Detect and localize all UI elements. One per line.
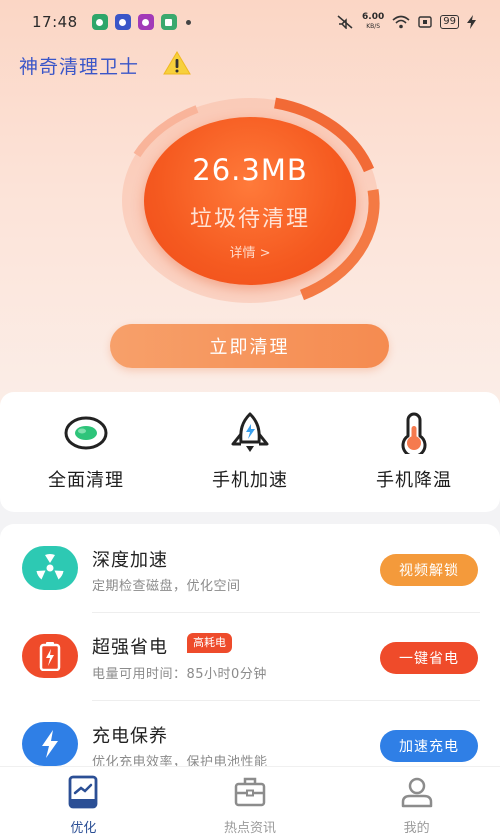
battery-charge-icon — [22, 634, 78, 678]
network-speed-value: 6.00 — [362, 12, 385, 22]
quick-action-label: 手机加速 — [212, 470, 288, 491]
warning-icon[interactable] — [163, 51, 191, 75]
fast-charge-button[interactable]: 加速充电 — [380, 730, 478, 762]
clean-now-button[interactable]: 立即清理 — [110, 324, 389, 368]
sim-icon — [418, 16, 432, 28]
feature-subtitle: 电量可用时间：85小时0分钟 — [92, 667, 267, 682]
lightning-icon — [22, 722, 78, 766]
quick-action-label: 全面清理 — [48, 470, 124, 491]
app-notification-icon — [160, 14, 177, 30]
bottom-nav: 优化 热点资讯 我的 — [0, 766, 500, 838]
feature-title: 充电保养 — [92, 726, 168, 747]
feature-row-deep-speed[interactable]: 深度加速 定期检查磁盘，优化空间 视频解锁 — [0, 524, 500, 612]
quick-action-speed-up[interactable]: 手机加速 — [180, 412, 320, 492]
charging-icon — [467, 15, 476, 29]
battery-indicator: 99 — [440, 15, 459, 29]
app-notification-icon — [114, 14, 131, 30]
app-notification-icon — [91, 14, 108, 30]
feature-title: 超强省电 — [92, 637, 168, 658]
news-briefcase-icon — [234, 777, 266, 807]
nav-label: 热点资讯 — [223, 821, 276, 836]
network-speed-unit: KB/S — [366, 23, 381, 30]
optimize-icon — [68, 775, 98, 809]
app-title: 神奇清理卫士 — [19, 56, 140, 78]
one-tap-save-button[interactable]: 一键省电 — [380, 642, 478, 674]
high-drain-badge: 高耗电 — [187, 633, 232, 653]
fan-radiation-icon — [22, 546, 78, 590]
feature-row-charging-care[interactable]: 充电保养 优化充电效率，保护电池性能 加速充电 — [0, 700, 500, 774]
nav-profile[interactable]: 我的 — [357, 775, 477, 836]
quick-actions-card: 全面清理 手机加速 手机降温 — [0, 392, 500, 512]
junk-label: 垃圾待清理 — [189, 207, 310, 232]
nav-label: 我的 — [403, 821, 430, 836]
feature-list: 深度加速 定期检查磁盘，优化空间 视频解锁 超强省电 高耗电 电量可用时间：85… — [0, 524, 500, 774]
quick-action-full-clean[interactable]: 全面清理 — [16, 412, 156, 492]
profile-icon — [401, 777, 432, 808]
cleaner-pill-icon — [64, 416, 108, 450]
junk-gauge[interactable]: 26.3MB 垃圾待清理 详情 > — [117, 95, 383, 307]
wifi-icon — [392, 15, 410, 29]
quick-action-label: 手机降温 — [376, 470, 452, 491]
rocket-icon — [231, 412, 269, 452]
nav-label: 优化 — [70, 821, 97, 836]
feature-row-power-saving[interactable]: 超强省电 高耗电 电量可用时间：85小时0分钟 一键省电 — [0, 612, 500, 700]
feature-title: 深度加速 — [92, 550, 168, 571]
mute-icon — [337, 15, 353, 29]
status-bar: 17:48 6.00 KB/S 99 — [0, 0, 500, 44]
more-notifications-dot — [185, 19, 191, 25]
app-notification-icon — [137, 14, 154, 30]
video-unlock-button[interactable]: 视频解锁 — [380, 554, 478, 586]
details-link[interactable]: 详情 > — [117, 242, 383, 261]
nav-optimize[interactable]: 优化 — [23, 775, 143, 836]
nav-hot-news[interactable]: 热点资讯 — [190, 775, 310, 836]
network-speed: 6.00 KB/S — [362, 13, 384, 31]
quick-action-cool-down[interactable]: 手机降温 — [344, 412, 484, 492]
junk-size-value: 26.3MB — [192, 153, 308, 187]
status-time: 17:48 — [32, 13, 78, 31]
thermometer-icon — [401, 412, 427, 454]
feature-subtitle: 定期检查磁盘，优化空间 — [92, 579, 241, 594]
